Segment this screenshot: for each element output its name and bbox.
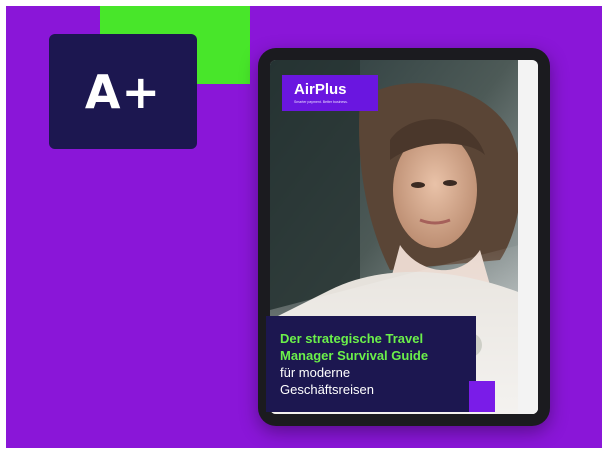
airplus-brand-label: AirPlus Smarter payment. Better business… bbox=[282, 75, 378, 111]
airplus-brand-tagline: Smarter payment. Better business. bbox=[294, 100, 348, 104]
aplus-logo-text: A+ bbox=[84, 64, 162, 119]
airplus-brand-name: AirPlus bbox=[294, 81, 347, 98]
ebook-title-line-1: Der strategische Travel bbox=[280, 331, 424, 346]
ebook-title-line-4: Geschäftsreisen bbox=[280, 382, 374, 397]
promo-banner: A+ AirPlus Smarter payment. Better busin… bbox=[6, 6, 602, 448]
ebook-title-card: Der strategische Travel Manager Survival… bbox=[266, 316, 476, 412]
ebook-title-line-2: Manager Survival Guide bbox=[280, 348, 429, 363]
caption-accent-block bbox=[469, 381, 495, 412]
aplus-logo: A+ bbox=[49, 34, 197, 149]
ebook-title-line-3: für moderne bbox=[280, 365, 351, 380]
